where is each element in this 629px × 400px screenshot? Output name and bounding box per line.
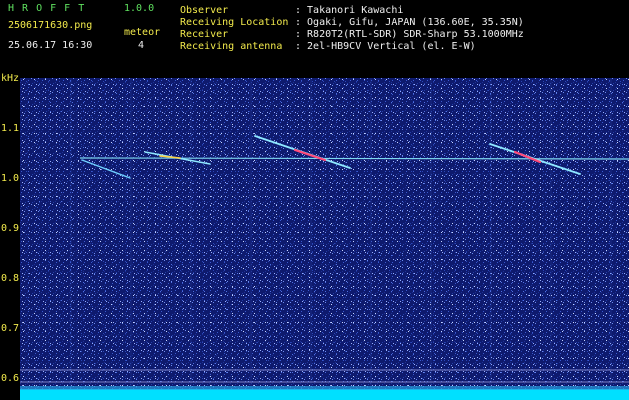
freq-tick: 0.7	[1, 323, 20, 334]
freq-tick: 1.1	[1, 123, 20, 134]
observer-label: Observer	[180, 5, 229, 16]
location-value: : Ogaki, Gifu, JAPAN (136.60E, 35.35N)	[295, 17, 524, 28]
image-filename: 2506171630.png	[8, 20, 93, 31]
receiver-value: : R820T2(RTL-SDR) SDR-Sharp 53.1000MHz	[295, 29, 524, 40]
meteor-count: 4	[138, 40, 145, 51]
observer-value: : Takanori Kawachi	[295, 5, 404, 16]
mode-label: meteor	[124, 27, 161, 38]
app-version: 1.0.0	[124, 3, 155, 14]
antenna-label: Receiving antenna	[180, 41, 283, 52]
freq-tick: 1.0	[1, 173, 20, 184]
noise-band-edge	[20, 386, 629, 390]
frequency-unit-label: kHz	[1, 73, 20, 84]
spectrogram-noise	[20, 78, 629, 400]
receiver-label: Receiver	[180, 29, 229, 40]
capture-datetime: 25.06.17 16:30	[8, 40, 93, 51]
noise-band	[20, 389, 629, 400]
antenna-value: : 2el-HB9CV Vertical (el. E-W)	[295, 41, 476, 52]
spectrogram-display	[20, 78, 629, 400]
location-label: Receiving Location	[180, 17, 289, 28]
freq-tick: 0.6	[1, 373, 20, 384]
freq-tick: 0.9	[1, 223, 20, 234]
freq-tick: 0.8	[1, 273, 20, 284]
app-name: H R O F F T	[8, 3, 86, 14]
